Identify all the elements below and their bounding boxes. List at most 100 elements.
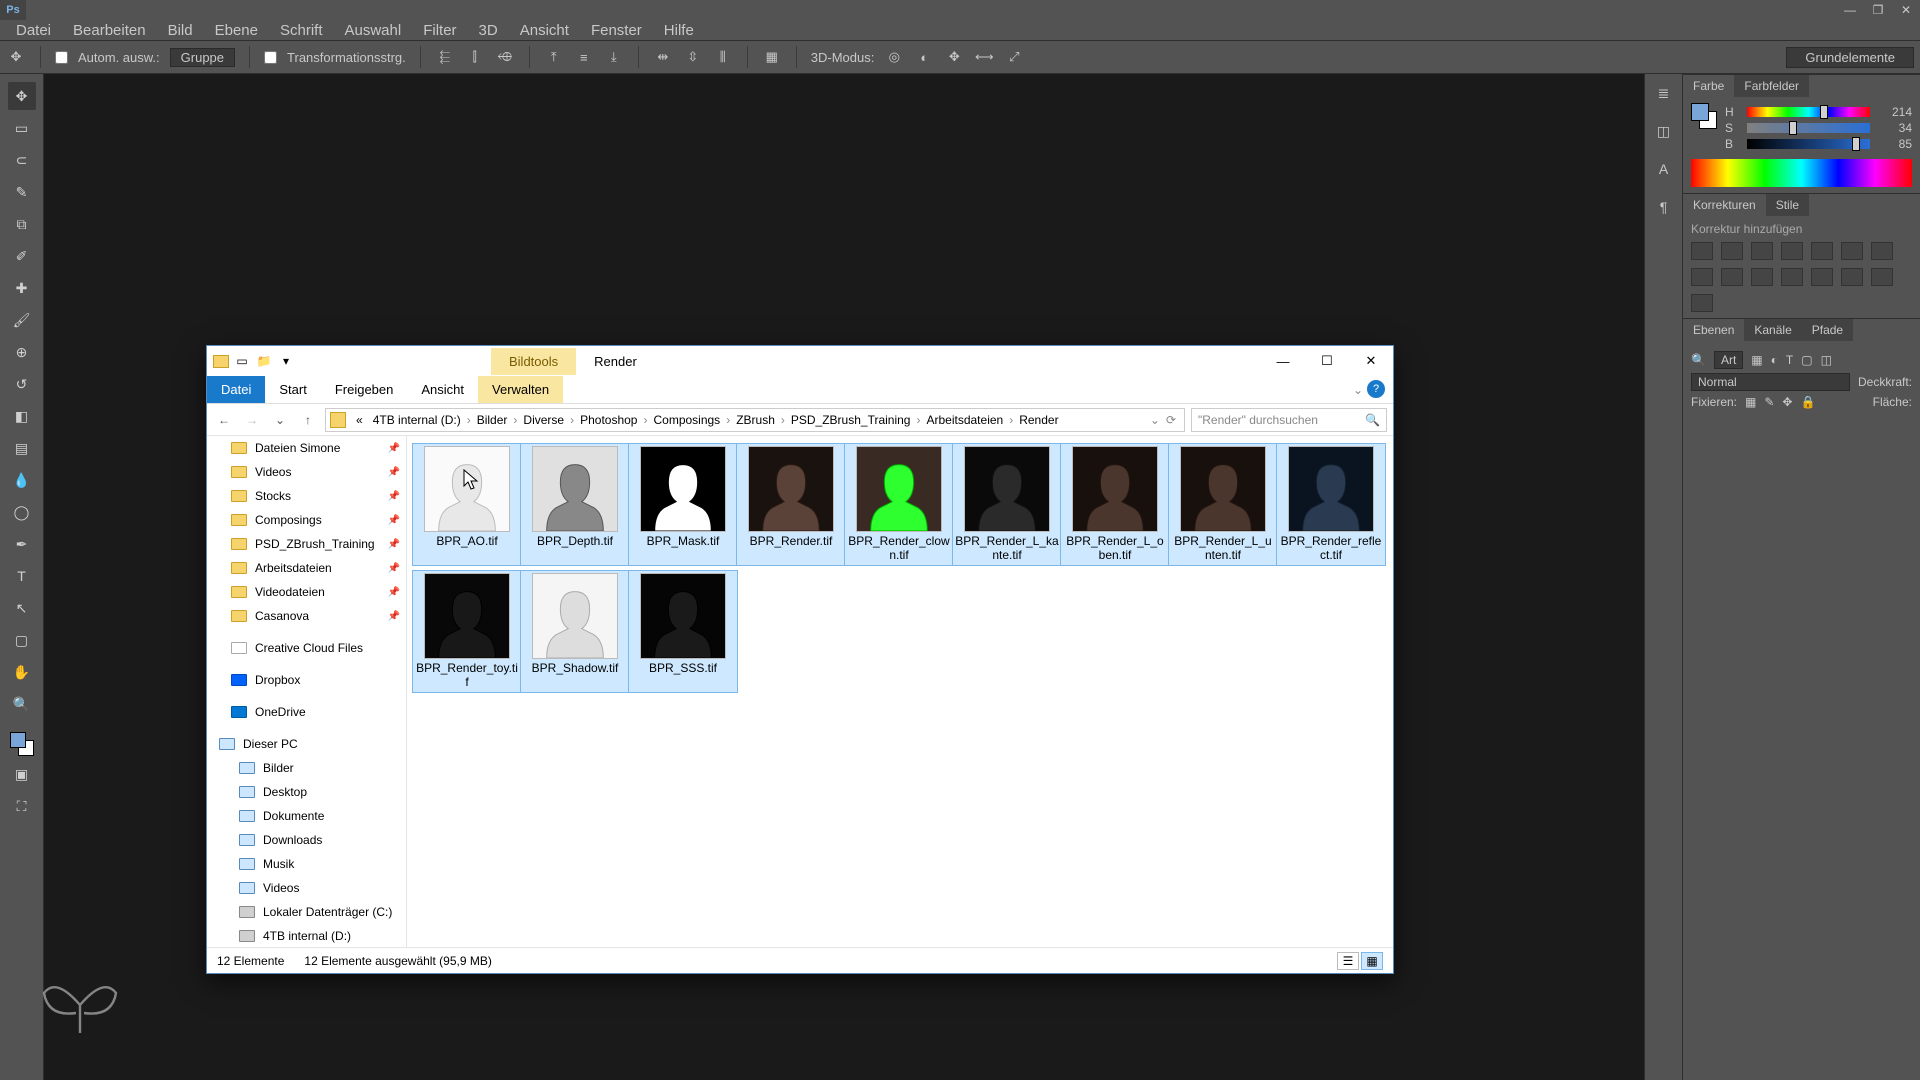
file-thumbnail[interactable]: BPR_Mask.tif [629, 444, 737, 565]
view-details-icon[interactable]: ☰ [1337, 952, 1359, 970]
screenmode-tool[interactable]: ⛶ [8, 792, 36, 820]
nav-pc-item[interactable]: Bilder [207, 756, 406, 780]
adj-vibrance-icon[interactable] [1811, 242, 1833, 260]
nav-up-icon[interactable]: ↑ [297, 409, 319, 431]
sat-slider[interactable] [1747, 123, 1870, 133]
adj-curves-icon[interactable] [1751, 242, 1773, 260]
ribbon-tab-start[interactable]: Start [265, 376, 320, 403]
color-swatch-icon[interactable] [10, 732, 34, 756]
file-thumbnail[interactable]: BPR_Render_L_unten.tif [1169, 444, 1277, 565]
file-thumbnail[interactable]: BPR_Render_L_oben.tif [1061, 444, 1169, 565]
align-top-icon[interactable]: ⤒ [544, 47, 564, 67]
menu-ansicht[interactable]: Ansicht [510, 20, 579, 41]
adj-selcolor-icon[interactable] [1691, 294, 1713, 312]
filter-smart-icon[interactable]: ◫ [1821, 353, 1832, 367]
breadcrumb-training[interactable]: PSD_ZBrush_Training [787, 413, 915, 427]
tab-kanaele[interactable]: Kanäle [1744, 319, 1801, 341]
tab-farbfelder[interactable]: Farbfelder [1734, 75, 1809, 97]
explorer-maximize-icon[interactable]: ☐ [1305, 346, 1349, 376]
lock-pos-icon[interactable]: ✥ [1782, 395, 1792, 409]
tab-farbe[interactable]: Farbe [1683, 75, 1734, 97]
nav-pc-item[interactable]: Lokaler Datenträger (C:) [207, 900, 406, 924]
view-thumbnails-icon[interactable]: ▦ [1361, 952, 1383, 970]
tab-korrekturen[interactable]: Korrekturen [1683, 194, 1766, 216]
para-dock-icon[interactable]: ¶ [1651, 194, 1677, 220]
distribute-v-icon[interactable]: ⇳ [683, 47, 703, 67]
nav-pc-item[interactable]: Musik [207, 852, 406, 876]
nav-pc-item[interactable]: Desktop [207, 780, 406, 804]
breadcrumb-render[interactable]: Render [1015, 413, 1062, 427]
adj-thresh-icon[interactable] [1841, 268, 1863, 286]
lasso-tool[interactable]: ⊂ [8, 146, 36, 174]
tab-stile[interactable]: Stile [1766, 194, 1809, 216]
file-thumbnail[interactable]: BPR_Render_reflect.tif [1277, 444, 1385, 565]
nav-quick-item[interactable]: Videos📌 [207, 460, 406, 484]
menu-auswahl[interactable]: Auswahl [335, 20, 412, 41]
breadcrumb-bar[interactable]: « 4TB internal (D:)› Bilder› Diverse› Ph… [325, 408, 1185, 432]
filter-kind-combo[interactable]: Art [1714, 351, 1743, 369]
eyedropper-tool[interactable]: ✐ [8, 242, 36, 270]
adj-mixer-icon[interactable] [1721, 268, 1743, 286]
nav-dropbox[interactable]: Dropbox [207, 668, 406, 692]
nav-back-icon[interactable]: ← [213, 409, 235, 431]
nav-quick-item[interactable]: Arbeitsdateien📌 [207, 556, 406, 580]
nav-pc-item[interactable]: Downloads [207, 828, 406, 852]
lock-all-icon[interactable]: 🔒 [1800, 395, 1815, 409]
file-thumbnail[interactable]: BPR_Render.tif [737, 444, 845, 565]
help-icon[interactable]: ? [1367, 380, 1385, 398]
adj-levels-icon[interactable] [1721, 242, 1743, 260]
filter-adj-icon[interactable]: ◐ [1771, 353, 1778, 367]
ribbon-tab-ansicht[interactable]: Ansicht [407, 376, 478, 403]
menu-bild[interactable]: Bild [158, 20, 203, 41]
nav-quick-item[interactable]: Composings📌 [207, 508, 406, 532]
align-center-h-icon[interactable]: ⫿ [465, 47, 485, 67]
3d-roll-icon[interactable]: ◐ [914, 47, 934, 67]
preset-combo[interactable]: Grundelemente [1786, 47, 1914, 68]
menu-bearbeiten[interactable]: Bearbeiten [63, 20, 156, 41]
file-thumbnail[interactable]: BPR_Render_L_kante.tif [953, 444, 1061, 565]
properties-dock-icon[interactable]: ◫ [1651, 118, 1677, 144]
crop-tool[interactable]: ⧉ [8, 210, 36, 238]
history-dock-icon[interactable]: ≣ [1651, 80, 1677, 106]
explorer-nav-pane[interactable]: Dateien Simone📌Videos📌Stocks📌Composings📌… [207, 436, 407, 947]
explorer-minimize-icon[interactable]: — [1261, 346, 1305, 376]
tab-ebenen[interactable]: Ebenen [1683, 319, 1744, 341]
nav-quick-item[interactable]: PSD_ZBrush_Training📌 [207, 532, 406, 556]
3d-scale-icon[interactable]: ⤢ [1004, 47, 1024, 67]
dodge-tool[interactable]: ◯ [8, 498, 36, 526]
breadcrumb-photoshop[interactable]: Photoshop [576, 413, 641, 427]
path-select-tool[interactable]: ↖ [8, 594, 36, 622]
search-box[interactable]: "Render" durchsuchen 🔍 [1191, 408, 1387, 432]
shape-tool[interactable]: ▢ [8, 626, 36, 654]
breadcrumb-diverse[interactable]: Diverse [519, 413, 568, 427]
qat-dropdown-icon[interactable]: ▾ [277, 352, 295, 370]
brush-tool[interactable]: 🖌 [8, 306, 36, 334]
nav-pc-item[interactable]: 4TB internal (D:) [207, 924, 406, 947]
file-thumbnail[interactable]: BPR_SSS.tif [629, 571, 737, 692]
file-thumbnail[interactable]: BPR_Shadow.tif [521, 571, 629, 692]
breadcrumb-zbrush[interactable]: ZBrush [732, 413, 779, 427]
minimize-icon[interactable]: — [1836, 0, 1864, 20]
gradient-tool[interactable]: ▤ [8, 434, 36, 462]
align-left-icon[interactable]: ⬱ [435, 47, 455, 67]
nav-creative-cloud[interactable]: Creative Cloud Files [207, 636, 406, 660]
file-thumbnail[interactable]: BPR_Render_toy.tif [413, 571, 521, 692]
nav-quick-item[interactable]: Casanova📌 [207, 604, 406, 628]
adj-bw-icon[interactable] [1871, 242, 1893, 260]
file-thumbnail[interactable]: BPR_Render_clown.tif [845, 444, 953, 565]
breadcrumb-bilder[interactable]: Bilder [473, 413, 512, 427]
align-center-v-icon[interactable]: ≡ [574, 47, 594, 67]
nav-quick-item[interactable]: Stocks📌 [207, 484, 406, 508]
tab-pfade[interactable]: Pfade [1802, 319, 1853, 341]
refresh-icon[interactable]: ⟳ [1162, 413, 1180, 427]
explorer-titlebar[interactable]: ▭ 📁 ▾ Bildtools Render — ☐ ✕ [207, 346, 1393, 376]
3d-orbit-icon[interactable]: ◎ [884, 47, 904, 67]
explorer-window[interactable]: ▭ 📁 ▾ Bildtools Render — ☐ ✕ Datei Start… [206, 345, 1394, 974]
menu-schrift[interactable]: Schrift [270, 20, 333, 41]
adj-gradmap-icon[interactable] [1871, 268, 1893, 286]
marquee-tool[interactable]: ▭ [8, 114, 36, 142]
breadcrumb-drive[interactable]: 4TB internal (D:) [369, 413, 465, 427]
nav-forward-icon[interactable]: → [241, 409, 263, 431]
pen-tool[interactable]: ✒ [8, 530, 36, 558]
adj-invert-icon[interactable] [1781, 268, 1803, 286]
